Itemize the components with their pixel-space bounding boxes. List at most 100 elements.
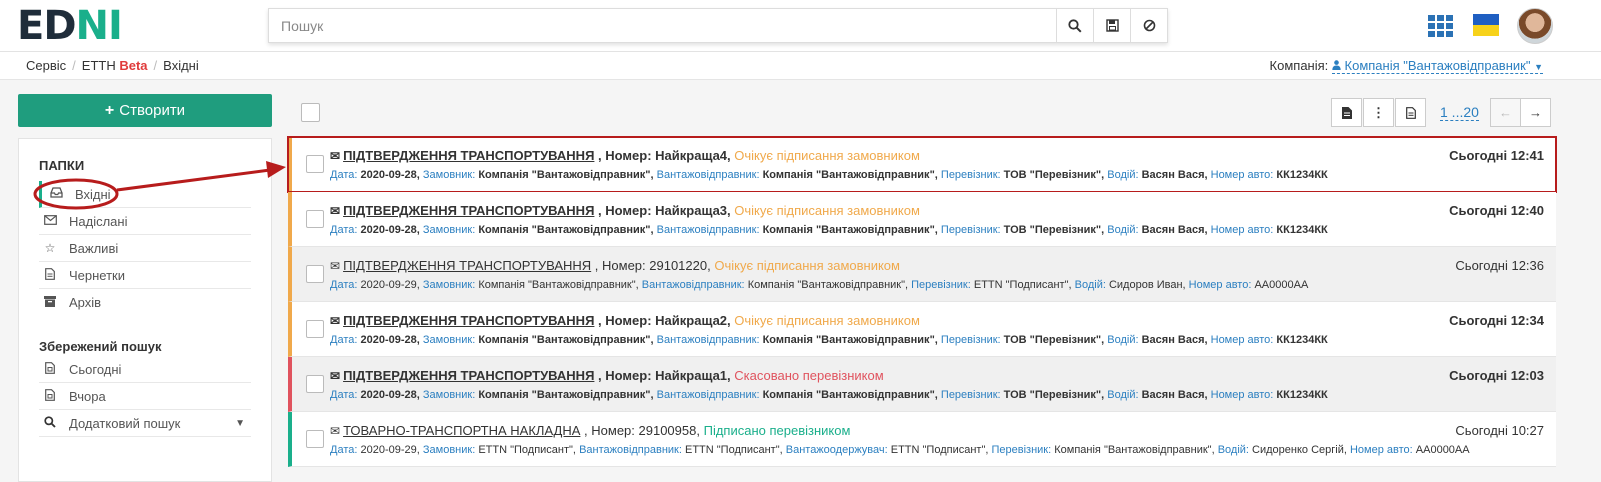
create-button-label: Створити (119, 102, 186, 119)
prev-page-button[interactable]: ← (1490, 98, 1521, 127)
row-checkbox[interactable] (306, 265, 324, 283)
label-customer: Замовник: (422, 169, 476, 181)
row-header: ✉ ПІДТВЕРДЖЕННЯ ТРАНСПОРТУВАННЯ , Номер: … (330, 313, 920, 328)
file-icon (43, 267, 57, 283)
user-icon (1332, 60, 1341, 70)
list-item[interactable]: ✉ ПІДТВЕРДЖЕННЯ ТРАНСПОРТУВАННЯ , Номер: … (288, 357, 1556, 412)
value-shipper: ETTN "Подписант", (685, 444, 783, 456)
value-shipper: Компанія "Вантажовідправник", (762, 389, 938, 401)
label-shipper: Вантажовідправник: (656, 389, 760, 401)
save-search-button[interactable] (1093, 9, 1130, 42)
label-driver: Водій: (1107, 169, 1139, 181)
beta-badge: Beta (119, 58, 148, 73)
caret-down-icon: ▼ (1534, 62, 1543, 72)
label-shipper: Вантажовідправник: (641, 279, 745, 291)
label-carrier: Перевізник: (991, 444, 1052, 456)
select-all-checkbox[interactable] (301, 103, 320, 122)
doc-title[interactable]: ПІДТВЕРДЖЕННЯ ТРАНСПОРТУВАННЯ (343, 313, 594, 328)
logo-text-a: ED (17, 3, 77, 49)
next-page-button[interactable]: → (1520, 98, 1551, 127)
sidebar-item-inbox[interactable]: Вхідні (39, 181, 251, 208)
avatar[interactable] (1517, 8, 1553, 44)
company-value[interactable]: Компанія "Вантажовідправник" ▼ (1331, 58, 1543, 74)
row-checkbox[interactable] (306, 430, 324, 448)
export-button[interactable] (1331, 98, 1362, 127)
search-input[interactable] (269, 9, 1056, 42)
doc-title[interactable]: ПІДТВЕРДЖЕННЯ ТРАНСПОРТУВАННЯ (343, 148, 594, 163)
label-customer: Замовник: (422, 334, 476, 346)
doc-title[interactable]: ПІДТВЕРДЖЕННЯ ТРАНСПОРТУВАННЯ (343, 258, 591, 273)
row-checkbox[interactable] (306, 155, 324, 173)
row-details: Дата: 2020-09-28, Замовник: Компанія "Ва… (330, 224, 1328, 236)
envelope-open-icon: ✉ (330, 259, 341, 273)
row-header: ✉ ПІДТВЕРДЖЕННЯ ТРАНСПОРТУВАННЯ , Номер: … (330, 203, 920, 218)
sidebar-item-sent[interactable]: Надіслані (39, 208, 251, 235)
sidebar-item-today[interactable]: Сьогодні (39, 356, 251, 383)
row-checkbox[interactable] (306, 320, 324, 338)
sidebar-item-important[interactable]: ☆ Важливі (39, 235, 251, 262)
value-date: 2020-09-28, (360, 224, 420, 236)
label-carrier: Перевізник: (940, 389, 1001, 401)
caret-down-icon[interactable]: ▼ (235, 418, 245, 429)
status-badge: Скасовано перевізником (734, 368, 884, 383)
value-car-number: КК1234КК (1276, 389, 1328, 401)
list-item[interactable]: ✉ ПІДТВЕРДЖЕННЯ ТРАНСПОРТУВАННЯ , Номер: … (288, 192, 1556, 247)
sidebar-panel: ПАПКИ Вхідні Надіслані ☆ Важливі Чернетк… (18, 138, 272, 482)
label-consignee: Вантажоодержувач: (785, 444, 888, 456)
breadcrumb-service[interactable]: Сервіс (26, 58, 66, 73)
row-checkbox[interactable] (306, 210, 324, 228)
breadcrumb: Сервіс / ЕТТН Beta / Вхідні (26, 58, 199, 73)
label-driver: Водій: (1074, 279, 1106, 291)
sidebar-item-advanced-search[interactable]: Додатковий пошук ▼ (39, 410, 251, 437)
envelope-icon (43, 214, 57, 228)
edin-logo[interactable]: ED NI (17, 3, 123, 49)
arrow-right-icon: → (1529, 105, 1542, 120)
sidebar-item-archive[interactable]: Архів (39, 289, 251, 316)
create-button[interactable]: + Створити (18, 94, 272, 127)
doc-title[interactable]: ПІДТВЕРДЖЕННЯ ТРАНСПОРТУВАННЯ (343, 368, 594, 383)
label-car-number: Номер авто: (1210, 224, 1274, 236)
value-driver: Васян Вася, (1141, 169, 1208, 181)
ukraine-flag-icon[interactable] (1473, 14, 1499, 36)
label-shipper: Вантажовідправник: (656, 334, 760, 346)
value-shipper: Компанія "Вантажовідправник", (762, 334, 938, 346)
sidebar-item-drafts[interactable]: Чернетки (39, 262, 251, 289)
apps-grid-icon[interactable] (1428, 15, 1454, 37)
doc-number: Номер: Найкраща1 (605, 368, 728, 383)
list-item[interactable]: ✉ ПІДТВЕРДЖЕННЯ ТРАНСПОРТУВАННЯ , Номер: … (288, 247, 1556, 302)
doc-title[interactable]: ПІДТВЕРДЖЕННЯ ТРАНСПОРТУВАННЯ (343, 203, 594, 218)
list-item[interactable]: ✉ ПІДТВЕРДЖЕННЯ ТРАНСПОРТУВАННЯ , Номер: … (287, 136, 1557, 193)
value-car-number: КК1234КК (1276, 334, 1328, 346)
value-carrier: ТОВ "Перевізник", (1003, 334, 1105, 346)
value-customer: Компанія "Вантажовідправник", (478, 389, 654, 401)
list-item[interactable]: ✉ ПІДТВЕРДЖЕННЯ ТРАНСПОРТУВАННЯ , Номер: … (288, 302, 1556, 357)
search-bar (268, 8, 1168, 43)
logo-text-b: NI (75, 3, 123, 49)
row-details: Дата: 2020-09-29, Замовник: ETTN "Подпис… (330, 444, 1470, 456)
value-customer: Компанія "Вантажовідправник", (478, 224, 654, 236)
breadcrumb-ettn[interactable]: ЕТТН Beta (82, 58, 148, 73)
breadcrumb-bar: Сервіс / ЕТТН Beta / Вхідні Компанія: Компан… (0, 52, 1601, 80)
document-icon (1341, 106, 1352, 119)
envelope-open-icon: ✉ (330, 424, 341, 438)
more-actions-button[interactable]: ⋮ (1363, 98, 1394, 127)
document-view-button[interactable] (1395, 98, 1426, 127)
doc-title[interactable]: ТОВАРНО-ТРАНСПОРТНА НАКЛАДНА (343, 423, 580, 438)
pagination-range[interactable]: 1 ...20 (1440, 104, 1479, 121)
row-time: Сьогодні 12:34 (1449, 313, 1544, 328)
company-selector[interactable]: Компанія: Компанія "Вантажовідправник" ▼ (1270, 58, 1543, 74)
row-checkbox[interactable] (306, 375, 324, 393)
search-button[interactable] (1056, 9, 1093, 42)
sidebar-item-label: Важливі (69, 240, 119, 256)
label-customer: Замовник: (422, 279, 476, 291)
status-badge: Очікує підписання замовником (734, 203, 920, 218)
label-date: Дата: (330, 444, 358, 456)
value-shipper: Компанія "Вантажовідправник", (762, 224, 938, 236)
sidebar-item-yesterday[interactable]: Вчора (39, 383, 251, 410)
label-date: Дата: (330, 279, 358, 291)
label-car-number: Номер авто: (1210, 334, 1274, 346)
list-item[interactable]: ✉ ТОВАРНО-ТРАНСПОРТНА НАКЛАДНА , Номер: 2… (288, 412, 1556, 467)
value-car-number: AA0000AA (1415, 444, 1470, 456)
row-time: Сьогодні 12:36 (1455, 258, 1544, 273)
clear-search-button[interactable] (1130, 9, 1167, 42)
